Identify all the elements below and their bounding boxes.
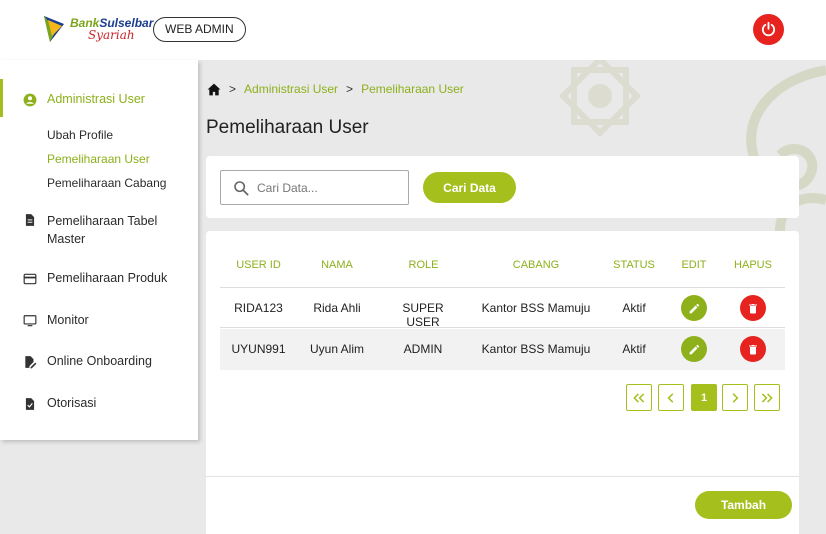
cell-role: ADMIN [403, 342, 443, 356]
sidebar-item-online-onboarding[interactable]: Online Onboarding [23, 354, 152, 369]
sidebar-subitem-ubah-profile[interactable]: Ubah Profile [47, 128, 113, 142]
sidebar-item-pemeliharaan-tabel-master[interactable]: Pemeliharaan Tabel Master [23, 212, 173, 248]
column-header-nama: NAMA [321, 259, 353, 271]
column-header-role: ROLE [408, 259, 439, 271]
sidebar-subitem-pemeliharaan-cabang[interactable]: Pemeliharaan Cabang [47, 176, 166, 190]
column-header-cabang: CABANG [512, 259, 560, 271]
double-chevron-left-icon [633, 392, 645, 403]
chevron-left-icon [667, 392, 674, 403]
previous-page-button[interactable] [658, 384, 684, 411]
sidebar-item-pemeliharaan-produk[interactable]: Pemeliharaan Produk [23, 271, 167, 286]
cell-user-id: UYUN991 [231, 342, 286, 356]
breadcrumb-administrasi-user[interactable]: Administrasi User [244, 82, 338, 96]
monitor-icon [23, 315, 37, 327]
pencil-icon [689, 303, 699, 313]
sidebar-item-administrasi-user[interactable]: Administrasi User [23, 92, 145, 107]
add-button[interactable]: Tambah [695, 491, 792, 519]
sidebar-item-label: Pemeliharaan Produk [47, 271, 168, 285]
pencil-icon [689, 344, 699, 354]
brand-sub: Syariah [88, 28, 135, 42]
top-header: BankSulselbar Syariah WEB ADMIN [0, 0, 826, 60]
edit-document-icon [25, 356, 37, 369]
sidebar-item-label: Administrasi User [47, 92, 145, 106]
cell-cabang: Kantor BSS Mamuju [481, 342, 591, 356]
card-icon [23, 273, 37, 285]
column-header-user-id: USER ID [236, 259, 281, 271]
edit-button[interactable] [681, 336, 707, 362]
sidebar-item-label: Otorisasi [47, 396, 97, 410]
edit-button[interactable] [681, 295, 707, 321]
delete-button[interactable] [740, 295, 766, 321]
double-chevron-right-icon [761, 392, 773, 403]
table-row: UYUN991 Uyun Alim ADMIN Kantor BSS Mamuj… [220, 329, 785, 370]
breadcrumb-separator: > [229, 82, 237, 96]
page-title: Pemeliharaan User [206, 117, 369, 138]
trash-icon [749, 344, 757, 354]
page-button-current[interactable]: 1 [691, 384, 717, 411]
breadcrumb-pemeliharaan-user[interactable]: Pemeliharaan User [361, 82, 464, 96]
table-row: RIDA123 Rida Ahli SUPER USER Kantor BSS … [220, 287, 785, 329]
sidebar-item-label: Online Onboarding [47, 354, 152, 368]
search-input[interactable] [257, 179, 397, 197]
cell-nama: Uyun Alim [309, 342, 365, 356]
user-table-card: USER ID NAMA ROLE CABANG STATUS EDIT HAP… [206, 231, 799, 534]
search-card: Cari Data [206, 156, 799, 218]
bank-logo-mark [44, 16, 64, 42]
sidebar-item-label: Pemeliharaan Tabel Master [47, 214, 158, 246]
card-footer-divider [206, 476, 799, 477]
breadcrumb-separator: > [346, 82, 354, 96]
approve-document-icon [25, 398, 35, 410]
first-page-button[interactable] [626, 384, 652, 411]
power-icon [761, 21, 776, 37]
search-button[interactable]: Cari Data [423, 172, 516, 203]
sidebar-item-otorisasi[interactable]: Otorisasi [23, 396, 96, 411]
bank-logo: BankSulselbar Syariah [42, 14, 153, 46]
sidebar-item-monitor[interactable]: Monitor [23, 313, 89, 328]
cell-user-id: RIDA123 [234, 301, 283, 315]
sidebar-item-label: Monitor [47, 313, 89, 327]
trash-icon [749, 303, 757, 313]
column-header-edit: EDIT [681, 259, 707, 271]
account-circle-icon [23, 93, 37, 107]
next-page-button[interactable] [722, 384, 748, 411]
web-admin-badge: WEB ADMIN [153, 17, 246, 42]
cell-role: SUPER USER [402, 301, 444, 329]
search-box [220, 170, 409, 205]
sidebar-subitem-pemeliharaan-user[interactable]: Pemeliharaan User [47, 152, 150, 166]
document-icon [25, 214, 35, 226]
chevron-right-icon [732, 392, 739, 403]
search-icon [234, 181, 249, 196]
sidebar: Administrasi User Ubah Profile Pemelihar… [0, 60, 198, 440]
home-icon[interactable] [207, 83, 221, 96]
column-header-status: STATUS [613, 259, 655, 271]
column-header-hapus: HAPUS [734, 259, 772, 271]
delete-button[interactable] [740, 336, 766, 362]
cell-nama: Rida Ahli [313, 301, 361, 315]
logout-button[interactable] [753, 14, 784, 45]
cell-status: Aktif [622, 301, 646, 315]
breadcrumb: > Administrasi User > Pemeliharaan User [207, 82, 464, 96]
cell-cabang: Kantor BSS Mamuju [481, 301, 591, 315]
cell-status: Aktif [622, 342, 646, 356]
sidebar-active-indicator [0, 79, 3, 117]
last-page-button[interactable] [754, 384, 780, 411]
